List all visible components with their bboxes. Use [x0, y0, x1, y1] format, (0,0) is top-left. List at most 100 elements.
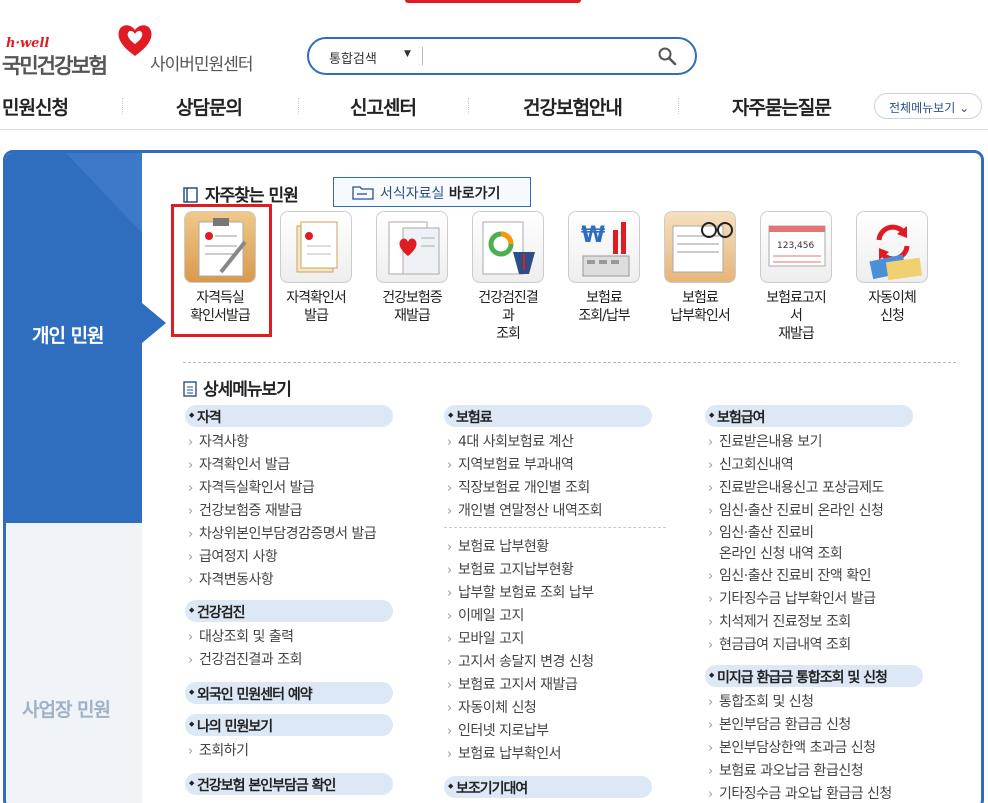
category-header[interactable]: 보조기기대여	[444, 776, 652, 798]
auto-transfer-icon	[856, 211, 928, 283]
menu-link[interactable]: 이메일 고지	[444, 605, 684, 628]
detail-section-title: 상세메뉴보기	[183, 375, 292, 400]
menu-link[interactable]: 보험료 과오납금 환급신청	[705, 760, 955, 783]
menu-link[interactable]: 신고회신내역	[705, 454, 955, 477]
quick-tile-insurance-card[interactable]: 건강보험증 재발급	[372, 211, 452, 325]
menu-link[interactable]: 현금급여 지급내역 조회	[705, 634, 955, 657]
menu-link[interactable]: 임신·출산 진료비 온라인 신청 내역 조회	[705, 523, 955, 565]
menu-link[interactable]: 보험료 납부확인서	[444, 743, 684, 766]
heart-logo-icon	[118, 25, 152, 56]
menu-link[interactable]: 진료받은내용 보기	[705, 431, 955, 454]
category-header[interactable]: 보험급여	[705, 405, 913, 427]
menu-link[interactable]: 조회하기	[185, 740, 445, 763]
search-scope-select[interactable]: 통합검색	[329, 48, 377, 67]
sidebar: 개인 민원 사업장 민원	[6, 153, 166, 803]
tile-label: 건강보험증 재발급	[382, 290, 442, 324]
quick-tile-eligibility-cert[interactable]: 자격확인서 발급	[276, 211, 356, 325]
insurance-card-icon	[376, 211, 448, 283]
quick-tile-premium-pay[interactable]: ₩ 보험료 조회/납부	[564, 211, 644, 325]
menu-link[interactable]: 4대 사회보험료 계산	[444, 431, 684, 454]
all-menu-label: 전체메뉴보기	[889, 101, 956, 115]
menu-link[interactable]: 보험료 납부현황	[444, 536, 684, 559]
menu-link[interactable]: 고지서 송달지 변경 신청	[444, 651, 684, 674]
menu-link[interactable]: 치석제거 진료정보 조회	[705, 611, 955, 634]
detail-column-1: 자격 자격사항 자격확인서 발급 자격득실확인서 발급 건강보험증 재발급 차상…	[185, 405, 445, 795]
menu-link[interactable]: 자격득실확인서 발급	[185, 477, 445, 500]
logo[interactable]: h·well 국민건강보험 사이버민원센터	[2, 18, 262, 78]
forms-library-button[interactable]: 서식자료실 바로가기	[333, 177, 531, 207]
category-header[interactable]: 나의 민원보기	[185, 714, 393, 736]
nav-item-apply[interactable]: 민원신청	[2, 93, 69, 120]
tile-label: 건강검진결 과 조회	[478, 290, 538, 342]
nav-item-report[interactable]: 신고센터	[350, 93, 417, 120]
menu-link[interactable]: 납부할 보험료 조회 납부	[444, 582, 684, 605]
frequent-title-text: 자주찾는 민원	[205, 186, 299, 206]
menu-link[interactable]: 본인부담상한액 초과금 신청	[705, 737, 955, 760]
menu-link[interactable]: 대상조회 및 출력	[185, 626, 445, 649]
menu-link[interactable]: 자격변동사항	[185, 569, 445, 592]
category-header[interactable]: 건강검진	[185, 600, 393, 622]
menu-link[interactable]: 자동이체 신청	[444, 697, 684, 720]
detail-title-text: 상세메뉴보기	[203, 380, 292, 400]
search-icon[interactable]	[657, 46, 677, 66]
won-calculator-icon: ₩	[568, 211, 640, 283]
sidebar-tab-business[interactable]	[6, 523, 142, 803]
frequent-section-title: 자주찾는 민원	[183, 181, 299, 206]
nav-separator	[122, 98, 123, 114]
tile-label: 보험료고지 서 재발급	[766, 290, 826, 342]
menu-link[interactable]: 차상위본인부담경감증명서 발급	[185, 523, 445, 546]
category-header[interactable]: 보험료	[444, 405, 652, 427]
sidebar-label-personal: 개인 민원	[32, 325, 105, 347]
svg-text:₩: ₩	[581, 223, 605, 248]
menu-link[interactable]: 통합조회 및 신청	[705, 691, 955, 714]
menu-link[interactable]: 건강보험증 재발급	[185, 500, 445, 523]
menu-link[interactable]: 인터넷 지로납부	[444, 720, 684, 743]
main-nav: 민원신청 상담문의 신고센터 건강보험안내 자주묻는질문 전체메뉴보기 ⌄	[0, 86, 988, 130]
nav-separator	[298, 98, 299, 114]
category-header[interactable]: 외국인 민원센터 예약	[185, 682, 393, 704]
quick-tile-premium-receipt[interactable]: 보험료 납부확인서	[660, 211, 740, 325]
category-header[interactable]: 건강보험 본인부담금 확인	[185, 773, 393, 795]
menu-link[interactable]: 지역보험료 부과내역	[444, 454, 684, 477]
category-header[interactable]: 미지급 환급금 통합조회 및 신청	[705, 665, 923, 687]
bill-notice-icon: 123,456	[760, 211, 832, 283]
quick-tile-bill-reissue[interactable]: 123,456 보험료고지 서 재발급	[756, 211, 836, 343]
menu-link[interactable]: 기타징수금 납부확인서 발급	[705, 588, 955, 611]
chevron-down-icon[interactable]: ▼	[404, 49, 411, 59]
menu-link[interactable]: 직장보험료 개인별 조회	[444, 477, 684, 500]
nav-item-insurance-info[interactable]: 건강보험안내	[523, 93, 623, 120]
list-doc-icon	[183, 381, 197, 397]
tile-label: 자동이체 신청	[868, 290, 917, 324]
svg-text:123,456: 123,456	[777, 241, 814, 251]
detail-column-2: 보험료 4대 사회보험료 계산 지역보험료 부과내역 직장보험료 개인별 조회 …	[444, 405, 684, 798]
menu-link[interactable]: 개인별 연말정산 내역조회	[444, 500, 684, 523]
menu-link[interactable]: 모바일 고지	[444, 628, 684, 651]
logo-nhis-text: 국민건강보험	[2, 54, 108, 78]
search-divider	[422, 47, 423, 65]
quick-tile-checkup-result[interactable]: 건강검진결 과 조회	[468, 211, 548, 343]
menu-link[interactable]: 자격확인서 발급	[185, 454, 445, 477]
detail-column-3: 보험급여 진료받은내용 보기 신고회신내역 진료받은내용신고 포상금제도 임신·…	[705, 405, 955, 803]
forms-library-goto: 바로가기	[448, 186, 501, 202]
section-divider	[183, 362, 956, 363]
menu-link[interactable]: 본인부담금 환급금 신청	[705, 714, 955, 737]
menu-link[interactable]: 진료받은내용신고 포상금제도	[705, 477, 955, 500]
menu-link[interactable]: 급여정지 사항	[185, 546, 445, 569]
document-icon	[280, 211, 352, 283]
menu-link[interactable]: 보험료 고지서 재발급	[444, 674, 684, 697]
menu-link[interactable]: 보험료 고지납부현황	[444, 559, 684, 582]
menu-link[interactable]: 기타징수금 과오납 환급금 신청	[705, 783, 955, 803]
search-bar: 통합검색 ▼	[307, 37, 697, 75]
menu-link[interactable]: 자격사항	[185, 431, 445, 454]
quick-tile-auto-transfer[interactable]: 자동이체 신청	[852, 211, 932, 325]
nav-item-consult[interactable]: 상담문의	[176, 93, 243, 120]
all-menu-button[interactable]: 전체메뉴보기 ⌄	[874, 93, 982, 119]
category-header[interactable]: 자격	[185, 405, 393, 427]
tile-label: 보험료 조회/납부	[578, 290, 630, 324]
nav-item-faq[interactable]: 자주묻는질문	[732, 93, 832, 120]
menu-link[interactable]: 건강검진결과 조회	[185, 649, 445, 672]
menu-link[interactable]: 임신·출산 진료비 온라인 신청	[705, 500, 955, 523]
search-input[interactable]	[429, 45, 649, 67]
menu-link[interactable]: 임신·출산 진료비 잔액 확인	[705, 565, 955, 588]
tile-label: 보험료 납부확인서	[670, 290, 730, 324]
